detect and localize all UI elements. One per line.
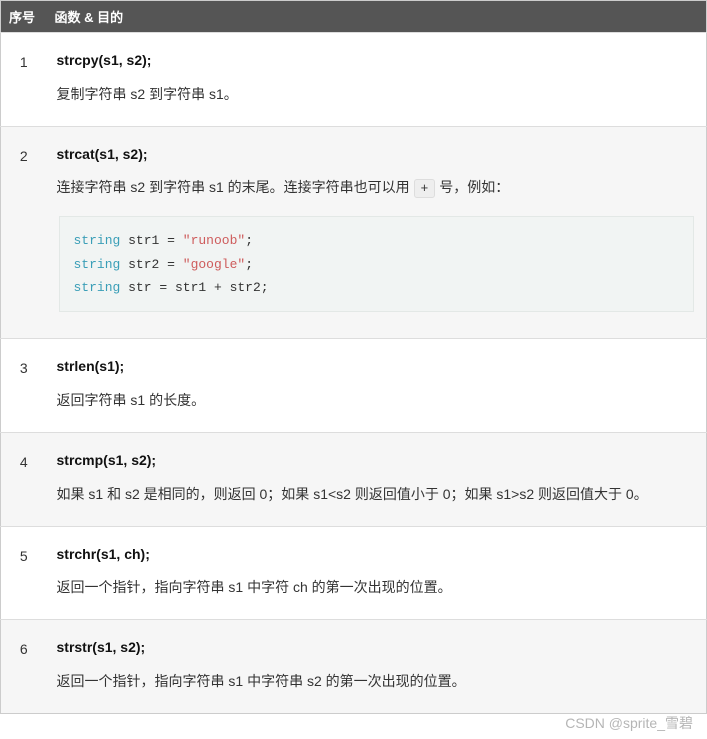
function-description: 返回一个指针，指向字符串 s1 中字符串 s2 的第一次出现的位置。 xyxy=(57,673,466,689)
code-op: = xyxy=(159,280,167,295)
function-signature: strcmp(s1, s2); xyxy=(57,447,697,474)
code-string: "runoob" xyxy=(183,233,245,248)
row-num: 2 xyxy=(1,126,47,339)
header-col-num: 序号 xyxy=(1,1,47,33)
row-content: strlen(s1); 返回字符串 s1 的长度。 xyxy=(47,339,707,433)
code-op: = xyxy=(167,233,175,248)
row-content: strcmp(s1, s2); 如果 s1 和 s2 是相同的，则返回 0；如果… xyxy=(47,432,707,526)
code-keyword: string xyxy=(74,257,121,272)
function-signature: strcpy(s1, s2); xyxy=(57,47,697,74)
table-row: 5 strchr(s1, ch); 返回一个指针，指向字符串 s1 中字符 ch… xyxy=(1,526,707,620)
function-description: 复制字符串 s2 到字符串 s1。 xyxy=(57,86,238,102)
function-description: 连接字符串 s2 到字符串 s1 的末尾。连接字符串也可以用 + 号，例如： xyxy=(57,179,510,195)
table-row: 1 strcpy(s1, s2); 复制字符串 s2 到字符串 s1。 xyxy=(1,33,707,127)
table-row: 2 strcat(s1, s2); 连接字符串 s2 到字符串 s1 的末尾。连… xyxy=(1,126,707,339)
code-string: "google" xyxy=(183,257,245,272)
code-ident: str1 xyxy=(128,233,159,248)
code-block: string str1 = "runoob"; string str2 = "g… xyxy=(59,216,695,312)
row-num: 5 xyxy=(1,526,47,620)
code-ident: str xyxy=(128,280,151,295)
code-ident: str2 xyxy=(128,257,159,272)
row-content: strcat(s1, s2); 连接字符串 s2 到字符串 s1 的末尾。连接字… xyxy=(47,126,707,339)
function-signature: strchr(s1, ch); xyxy=(57,541,697,568)
code-op: = xyxy=(167,257,175,272)
row-content: strcpy(s1, s2); 复制字符串 s2 到字符串 s1。 xyxy=(47,33,707,127)
desc-pre: 连接字符串 s2 到字符串 s1 的末尾。连接字符串也可以用 xyxy=(57,179,414,195)
function-signature: strcat(s1, s2); xyxy=(57,141,697,168)
row-content: strstr(s1, s2); 返回一个指针，指向字符串 s1 中字符串 s2 … xyxy=(47,620,707,714)
header-col-desc: 函数 & 目的 xyxy=(47,1,707,33)
code-keyword: string xyxy=(74,233,121,248)
table-row: 4 strcmp(s1, s2); 如果 s1 和 s2 是相同的，则返回 0；… xyxy=(1,432,707,526)
function-signature: strstr(s1, s2); xyxy=(57,634,697,661)
desc-post: 号，例如： xyxy=(435,179,509,195)
table-row: 3 strlen(s1); 返回字符串 s1 的长度。 xyxy=(1,339,707,433)
code-keyword: string xyxy=(74,280,121,295)
row-content: strchr(s1, ch); 返回一个指针，指向字符串 s1 中字符 ch 的… xyxy=(47,526,707,620)
row-num: 3 xyxy=(1,339,47,433)
code-punc: ; xyxy=(245,257,253,272)
inline-code-plus: + xyxy=(414,179,436,198)
row-num: 4 xyxy=(1,432,47,526)
functions-table: 序号 函数 & 目的 1 strcpy(s1, s2); 复制字符串 s2 到字… xyxy=(0,0,707,714)
function-signature: strlen(s1); xyxy=(57,353,697,380)
code-punc: ; xyxy=(245,233,253,248)
row-num: 6 xyxy=(1,620,47,714)
watermark: CSDN @sprite_雪碧 xyxy=(565,713,693,733)
code-expr: str1 + str2 xyxy=(175,280,261,295)
code-punc: ; xyxy=(261,280,269,295)
table-header-row: 序号 函数 & 目的 xyxy=(1,1,707,33)
function-description: 返回一个指针，指向字符串 s1 中字符 ch 的第一次出现的位置。 xyxy=(57,579,452,595)
row-num: 1 xyxy=(1,33,47,127)
function-description: 如果 s1 和 s2 是相同的，则返回 0；如果 s1<s2 则返回值小于 0；… xyxy=(57,486,648,502)
function-description: 返回字符串 s1 的长度。 xyxy=(57,392,206,408)
table-row: 6 strstr(s1, s2); 返回一个指针，指向字符串 s1 中字符串 s… xyxy=(1,620,707,714)
